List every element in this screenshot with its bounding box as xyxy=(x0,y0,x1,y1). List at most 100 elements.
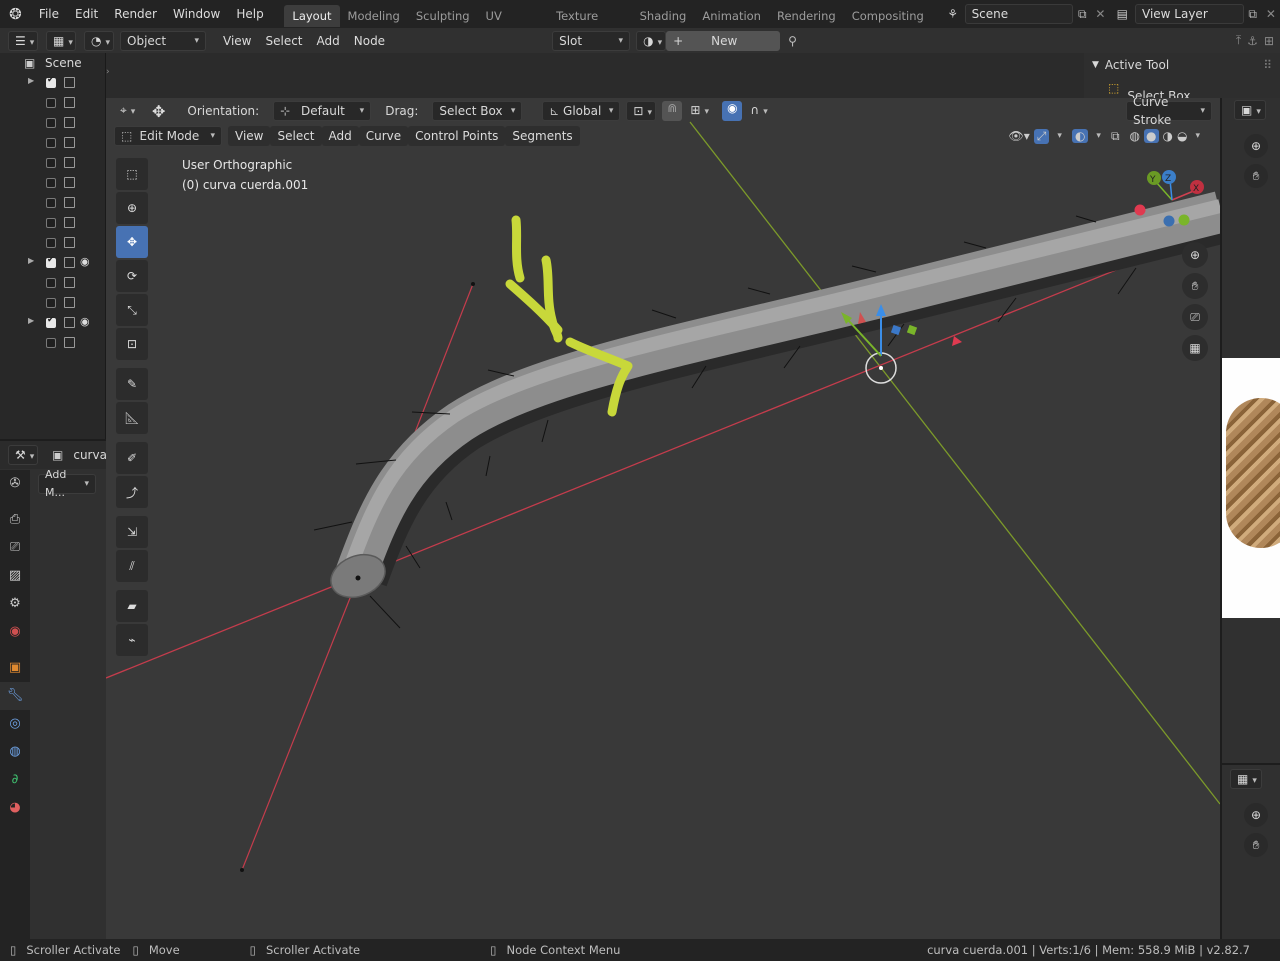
transform-tool-icon[interactable]: ⊡ xyxy=(116,328,148,360)
add-modifier-dropdown[interactable]: Add M... ▾ xyxy=(38,468,96,499)
node-menu-node[interactable]: Node xyxy=(347,31,392,51)
image-editor-type-icon[interactable]: ▣ ▾ xyxy=(1234,100,1266,120)
select-box-tool-icon[interactable]: ⬚ xyxy=(116,158,148,190)
secondary-pan-icon[interactable]: ✋︎ xyxy=(1244,833,1268,857)
image-pan-icon[interactable]: ✋︎ xyxy=(1244,164,1268,188)
output-tab-icon[interactable]: ⎚ xyxy=(0,534,30,562)
exclude-checkbox[interactable] xyxy=(46,75,56,88)
pin-icon[interactable]: ⚲ xyxy=(788,34,797,48)
node-editor-area[interactable]: › xyxy=(106,53,1084,98)
wireframe-shading-icon[interactable]: ◍ xyxy=(1130,129,1140,143)
physics-tab-icon[interactable]: ◍ xyxy=(0,738,30,766)
camera-view-icon[interactable]: ⎚ xyxy=(1182,304,1208,330)
menu-help[interactable]: Help xyxy=(228,0,271,28)
exclude-checkbox[interactable] xyxy=(46,255,56,268)
tab-layout[interactable]: Layout xyxy=(284,5,340,27)
new-view-layer-icon[interactable]: ⧉ xyxy=(1244,7,1262,22)
blender-logo-icon[interactable]: ❂ xyxy=(0,5,31,23)
modifier-tab-icon[interactable]: 🔧︎ xyxy=(0,682,30,710)
exclude-checkbox[interactable] xyxy=(46,278,56,288)
viewport-scene[interactable]: X Y Z xyxy=(106,98,1220,939)
vp-menu-view[interactable]: View xyxy=(228,126,271,146)
rotate-tool-icon[interactable]: ⟳ xyxy=(116,260,148,292)
visibility-eye-icon[interactable]: ◉ xyxy=(80,255,90,268)
annotate-tool-icon[interactable]: ✎ xyxy=(116,368,148,400)
snap-target-icon[interactable]: ⊞ ▾ xyxy=(684,101,714,121)
material-tab-icon[interactable]: ◕ xyxy=(0,794,30,822)
extrude-tool-icon[interactable]: ⤴ xyxy=(116,476,148,508)
3d-viewport[interactable]: X Y Z ⌖ ▾ ✥ Orientation: ⊹ Default ▾ Drag:… xyxy=(106,98,1220,939)
outliner-row[interactable] xyxy=(0,213,105,233)
snap-toggle-icon[interactable]: ⋒ xyxy=(662,101,683,121)
node-menu-view[interactable]: View xyxy=(216,31,258,51)
outliner-row[interactable] xyxy=(0,113,105,133)
radius-tool-icon[interactable]: ⇲ xyxy=(116,516,148,548)
delete-view-layer-icon[interactable]: ✕ xyxy=(1262,7,1280,21)
xray-toggle-icon[interactable]: ⧉ xyxy=(1111,129,1120,144)
transform-space-dropdown[interactable]: ⊾ Global ▾ xyxy=(542,101,621,121)
exclude-checkbox[interactable] xyxy=(46,238,56,248)
exclude-checkbox[interactable] xyxy=(46,98,56,108)
new-scene-icon[interactable]: ⧉ xyxy=(1073,7,1091,22)
expand-arrow-icon[interactable]: ▶ xyxy=(28,76,34,85)
tab-rendering[interactable]: Rendering xyxy=(769,5,844,27)
expand-arrow-icon[interactable]: ▶ xyxy=(28,256,34,265)
ortho-grid-icon[interactable]: ▦ xyxy=(1182,335,1208,361)
scale-tool-icon[interactable]: ⤡ xyxy=(116,294,148,326)
outliner-row[interactable] xyxy=(0,153,105,173)
editor-type-icon[interactable]: ⌖ ▾ xyxy=(114,101,144,121)
display-mode-icon[interactable]: ▦ ▾ xyxy=(46,30,76,51)
outliner-row[interactable] xyxy=(0,273,105,293)
randomize-tool-icon[interactable]: ⌁ xyxy=(116,624,148,656)
material-shading-icon[interactable]: ◑ xyxy=(1163,129,1173,143)
outliner-row[interactable]: ▶◉ xyxy=(0,253,105,273)
particles-tab-icon[interactable]: ◎ xyxy=(0,710,30,738)
outliner-row[interactable]: ▶ xyxy=(0,73,105,93)
outliner-row[interactable] xyxy=(0,133,105,153)
edit-mode-dropdown[interactable]: ⬚ Edit Mode ▾ xyxy=(114,126,222,146)
solid-shading-icon[interactable]: ● xyxy=(1144,129,1159,143)
exclude-checkbox[interactable] xyxy=(46,138,56,148)
shear-tool-icon[interactable]: ▰ xyxy=(116,590,148,622)
exclude-checkbox[interactable] xyxy=(46,118,56,128)
active-tool-row[interactable]: ⬚ Select Box xyxy=(1084,77,1280,99)
exclude-checkbox[interactable] xyxy=(46,218,56,228)
delete-scene-icon[interactable]: ✕ xyxy=(1091,7,1109,21)
visibility-icon[interactable]: 👁︎▾ xyxy=(1009,129,1030,143)
expand-arrow-icon[interactable]: ▶ xyxy=(28,316,34,325)
view-layer-icon[interactable]: ▤ xyxy=(1110,7,1135,21)
tilt-tool-icon[interactable]: ⫽ xyxy=(116,550,148,582)
secondary-zoom-icon[interactable]: ⊕ xyxy=(1244,803,1268,827)
drag-dropdown[interactable]: Select Box ▾ xyxy=(432,101,523,121)
vp-menu-segments[interactable]: Segments xyxy=(505,126,580,146)
menu-render[interactable]: Render xyxy=(106,0,165,28)
scene-field[interactable]: Scene xyxy=(964,4,1074,24)
vp-menu-control-points[interactable]: Control Points xyxy=(408,126,506,146)
render-tab-icon[interactable]: ⎙ xyxy=(0,506,30,534)
exclude-checkbox[interactable] xyxy=(46,298,56,308)
outliner-scene-row[interactable]: ▣ Scene xyxy=(0,53,105,73)
new-material-button[interactable]: + New xyxy=(666,30,781,51)
node-menu-select[interactable]: Select xyxy=(258,31,309,51)
orientation-dropdown[interactable]: ⊹ Default ▾ xyxy=(273,101,372,121)
exclude-checkbox[interactable] xyxy=(46,158,56,168)
measure-tool-icon[interactable]: 📐︎ xyxy=(116,402,148,434)
constraints-tab-icon[interactable]: ∂ xyxy=(0,766,30,794)
exclude-checkbox[interactable] xyxy=(46,338,56,348)
view-layer-tab-icon[interactable]: ▨ xyxy=(0,562,30,590)
tab-modeling[interactable]: Modeling xyxy=(340,5,408,27)
vp-menu-select[interactable]: Select xyxy=(270,126,322,146)
snap-icon[interactable]: ⚓ xyxy=(1247,34,1258,48)
pan-hand-icon[interactable]: ✋︎ xyxy=(1182,273,1208,299)
tab-sculpting[interactable]: Sculpting xyxy=(408,5,478,27)
tab-uv-editing[interactable]: UV Editing xyxy=(478,5,549,45)
parent-node-tree-icon[interactable]: ⤒ xyxy=(1236,33,1241,48)
draw-curve-tool-icon[interactable]: ✐ xyxy=(116,442,148,474)
outliner-row[interactable]: ▶◉ xyxy=(0,313,105,333)
outliner-row[interactable] xyxy=(0,233,105,253)
move-tool-icon[interactable]: ✥ xyxy=(152,102,165,121)
gizmo-toggle-icon[interactable]: ⤢ xyxy=(1033,128,1050,144)
outliner-row[interactable] xyxy=(0,173,105,193)
properties-editor-type-icon[interactable]: ⚒ ▾ xyxy=(8,445,38,465)
active-tool-header[interactable]: ▼ Active Tool ⠿ xyxy=(1084,53,1280,77)
